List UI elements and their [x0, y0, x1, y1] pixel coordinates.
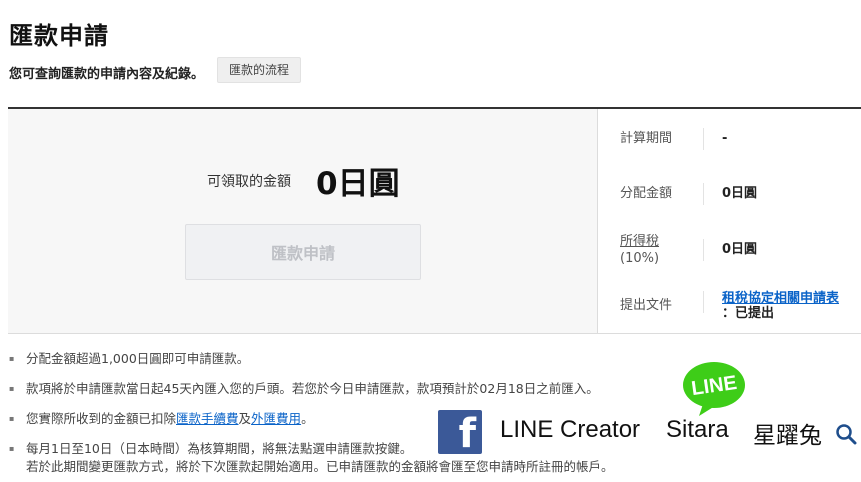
period-row: 計算期間 - [598, 128, 861, 168]
page-title: 匯款申請 [9, 22, 109, 50]
note-text: 您實際所收到的金額已扣除 [26, 411, 177, 426]
note-item: 分配金額超過1,000日圓即可申請匯款。 [9, 350, 614, 368]
period-value: - [722, 131, 728, 146]
remittance-flow-button[interactable]: 匯款的流程 [217, 57, 302, 83]
divider [703, 291, 704, 313]
divider [703, 128, 704, 150]
note-text: 及 [238, 411, 252, 426]
distribution-value: 0日圓 [722, 186, 758, 201]
tax-treaty-form-link[interactable]: 租稅協定相關申請表 [722, 291, 839, 306]
details-section: 計算期間 - 分配金額 0日圓 所得稅 (10%) 0日圓 提出文件 租稅協定相… [598, 109, 861, 333]
distribution-row: 分配金額 0日圓 [598, 183, 861, 223]
divider [703, 183, 704, 205]
note-item: 款項將於申請匯款當日起45天內匯入您的戶頭。若您於今日申請匯款，款項預計於02月… [9, 380, 614, 398]
tax-value: 0日圓 [722, 242, 758, 257]
facebook-logo-icon: f [438, 410, 482, 456]
divider [703, 239, 704, 261]
documents-label: 提出文件 [620, 298, 673, 313]
creator-name-cn: 星躍兔 [753, 423, 822, 449]
forex-fee-link[interactable]: 外匯費用 [251, 411, 301, 426]
tax-label[interactable]: 所得稅 (10%) [620, 233, 659, 267]
remittance-summary-panel: 可領取的金額 0日圓 匯款申請 計算期間 - 分配金額 0日圓 所得稅 (10%… [8, 107, 861, 334]
creator-name: Sitara [666, 416, 729, 443]
creator-label: LINE Creator [500, 416, 641, 443]
apply-remittance-button[interactable]: 匯款申請 [185, 224, 421, 280]
distribution-label: 分配金額 [620, 186, 673, 201]
tax-row: 所得稅 (10%) 0日圓 [598, 233, 861, 273]
note-text: 。 [301, 411, 314, 426]
note-text: 若於此期間變更匯款方式，將於下次匯款起開始適用。已申請匯款的金額將會匯至您申請時… [26, 459, 614, 474]
line-logo-icon: LINE [683, 362, 745, 416]
page-subtitle: 您可查詢匯款的申請內容及紀錄。 [9, 67, 205, 82]
period-label: 計算期間 [620, 131, 673, 146]
documents-status: ：已提出 [722, 306, 775, 321]
remittance-fee-link[interactable]: 匯款手續費 [176, 411, 239, 426]
documents-row: 提出文件 租稅協定相關申請表 ：已提出 [598, 289, 861, 329]
available-amount-label: 可領取的金額 [207, 174, 291, 190]
amount-section: 可領取的金額 0日圓 匯款申請 [8, 109, 598, 333]
tax-label-link[interactable]: 所得稅 [620, 234, 659, 249]
search-icon[interactable] [835, 423, 857, 445]
documents-value: 租稅協定相關申請表 ：已提出 [722, 291, 839, 321]
available-amount-value: 0日圓 [316, 166, 400, 202]
note-text: 每月1日至10日（日本時間）為核算期間，將無法點選申請匯款按鍵。 [26, 441, 413, 456]
tax-rate: (10%) [620, 251, 660, 266]
